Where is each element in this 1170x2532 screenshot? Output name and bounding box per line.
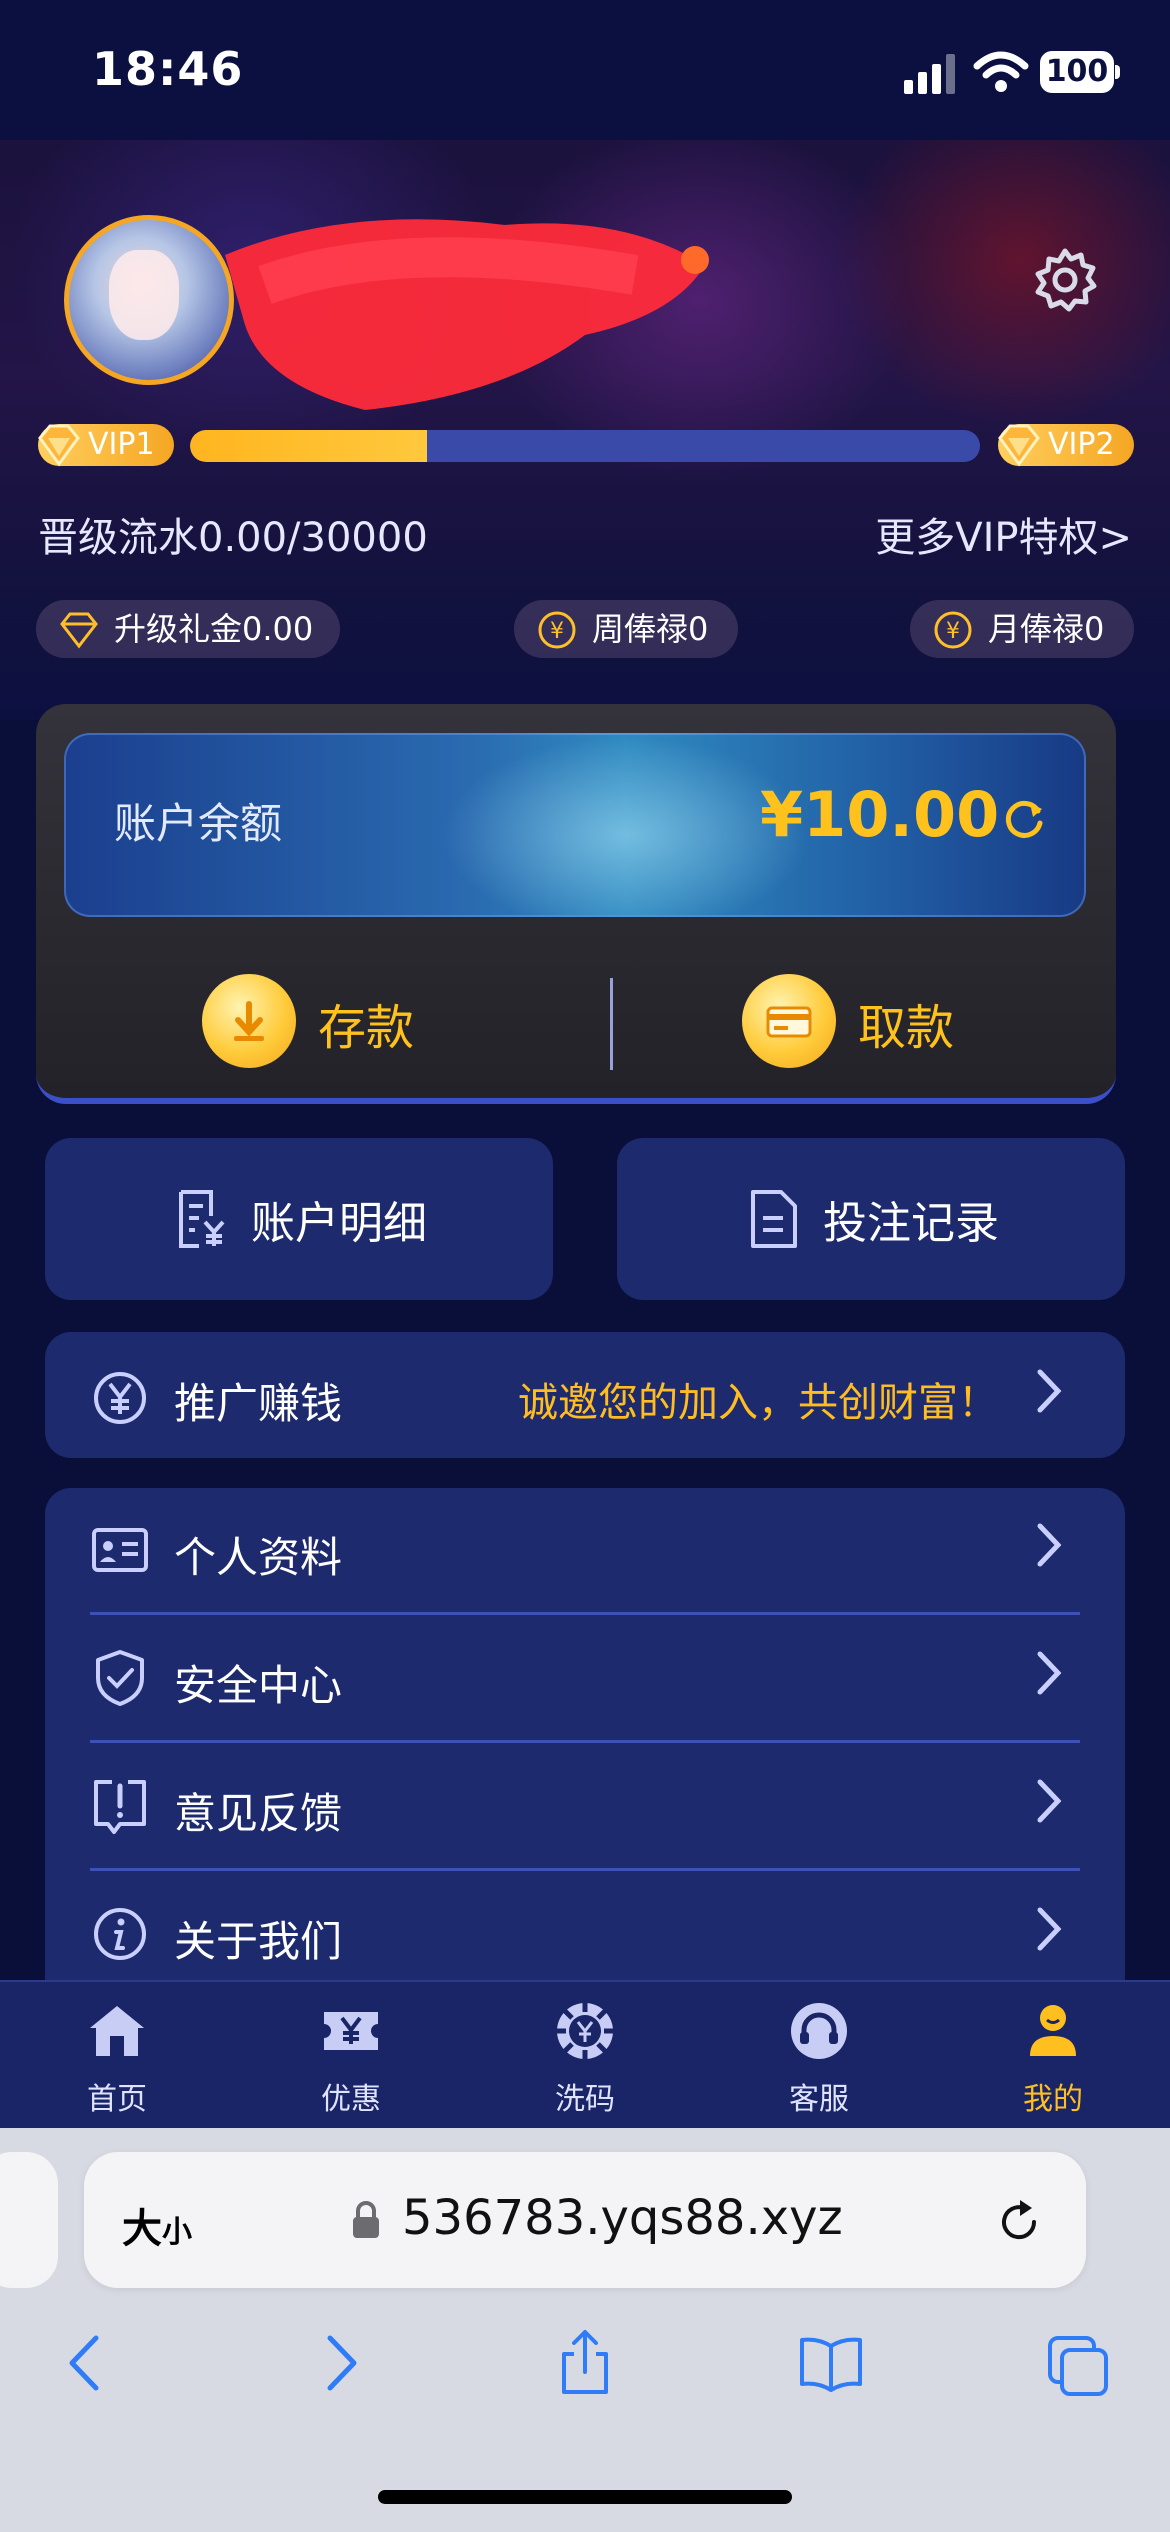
- headset-icon: [791, 2003, 847, 2059]
- tab-customer-service[interactable]: 客服: [749, 1998, 889, 2118]
- bookmarks-icon[interactable]: [798, 2328, 864, 2398]
- chevron-right-icon: [1037, 1523, 1062, 1567]
- cellular-signal-icon: [904, 52, 956, 94]
- vip-progress-bar: [190, 430, 980, 462]
- menu-label-about: 关于我们: [174, 1917, 343, 1966]
- document-icon: [751, 1190, 797, 1248]
- yen-coin-icon: ¥: [538, 611, 576, 649]
- monthly-salary-pill: ¥ 月俸禄0: [910, 600, 1134, 658]
- balance-label: 账户余额: [114, 799, 283, 848]
- user-icon: [1030, 2005, 1076, 2056]
- battery-indicator: 100: [1040, 51, 1120, 93]
- account-detail-button[interactable]: 账户明细: [45, 1138, 553, 1300]
- vip-current-badge: VIP1: [38, 424, 174, 467]
- upgrade-turnover-text: 晋级流水0.00/30000: [38, 515, 428, 561]
- share-icon[interactable]: [552, 2328, 618, 2398]
- weekly-salary-label: 周俸禄0: [592, 610, 709, 648]
- vip-diamond-icon: [38, 424, 80, 467]
- previous-tab-preview[interactable]: [0, 2152, 58, 2288]
- refresh-balance-icon[interactable]: [1000, 795, 1048, 843]
- chevron-right-icon: [1037, 1369, 1062, 1413]
- back-icon[interactable]: [54, 2328, 120, 2398]
- tab-label-customer-service: 客服: [789, 2082, 849, 2117]
- menu-divider: [90, 1868, 1080, 1871]
- deposit-coin-icon: [202, 974, 296, 1068]
- account-detail-label: 账户明细: [251, 1198, 427, 1249]
- tab-label-home: 首页: [87, 2082, 147, 2117]
- diamond-icon: [60, 612, 98, 649]
- shield-check-icon: [96, 1650, 144, 1706]
- yen-circle-icon: [94, 1372, 146, 1424]
- vip-progress-fill: [190, 430, 427, 462]
- promo-slogan: 诚邀您的加入，共创财富！: [518, 1380, 998, 1426]
- more-vip-link[interactable]: 更多VIP特权>: [790, 505, 1132, 563]
- deposit-button[interactable]: 存款: [202, 966, 462, 1076]
- feedback-icon: [94, 1780, 146, 1834]
- ticket-icon: [324, 2012, 378, 2050]
- upgrade-bonus-pill: 升级礼金0.00: [36, 600, 340, 658]
- tab-rebate[interactable]: 洗码: [515, 1998, 655, 2118]
- text-size-large: 大: [122, 2206, 162, 2252]
- balance-amount: ¥10.00: [760, 778, 1000, 851]
- menu-divider: [90, 1740, 1080, 1743]
- tab-promotions[interactable]: 优惠: [281, 1998, 421, 2118]
- vip-next-badge: VIP2: [998, 424, 1134, 467]
- settings-gear-icon[interactable]: [1030, 245, 1100, 315]
- promo-label: 推广赚钱: [174, 1379, 343, 1428]
- info-icon: [94, 1908, 146, 1960]
- chevron-right-icon: [1037, 1907, 1062, 1951]
- menu-divider: [90, 1612, 1080, 1615]
- lock-icon: [353, 2201, 379, 2238]
- chip-icon: [557, 2003, 613, 2059]
- svg-text:¥: ¥: [550, 619, 564, 644]
- withdraw-button[interactable]: 取款: [742, 966, 1002, 1076]
- url-text: 536783.yqs88.xyz: [402, 2190, 843, 2246]
- tab-label-rebate: 洗码: [555, 2082, 615, 2117]
- chevron-right-icon: [1037, 1779, 1062, 1823]
- vip-diamond-icon: [998, 424, 1040, 467]
- deposit-label: 存款: [318, 1000, 415, 1056]
- id-card-icon: [92, 1528, 148, 1572]
- weekly-salary-pill: ¥ 周俸禄0: [514, 600, 738, 658]
- tabs-overview-icon[interactable]: [1046, 2328, 1112, 2398]
- monthly-salary-label: 月俸禄0: [988, 610, 1105, 648]
- bet-record-button[interactable]: 投注记录: [617, 1138, 1125, 1300]
- reload-icon[interactable]: [994, 2196, 1044, 2246]
- menu-label-profile: 个人资料: [174, 1533, 343, 1582]
- tab-label-me: 我的: [1023, 2082, 1083, 2117]
- forward-icon[interactable]: [306, 2328, 372, 2398]
- withdraw-card-icon: [742, 974, 836, 1068]
- vip-next-label: VIP2: [1048, 427, 1115, 462]
- redacted-username-scribble: [225, 219, 709, 410]
- wallet-divider: [610, 978, 613, 1070]
- menu-label-feedback: 意见反馈: [174, 1789, 343, 1838]
- tab-home[interactable]: 首页: [47, 1998, 187, 2118]
- home-icon: [90, 2006, 144, 2056]
- tab-label-promotions: 优惠: [321, 2082, 381, 2117]
- tab-me[interactable]: 我的: [983, 1998, 1123, 2118]
- vip-current-label: VIP1: [88, 427, 155, 462]
- menu-label-security: 安全中心: [174, 1661, 343, 1710]
- svg-text:¥: ¥: [946, 619, 960, 644]
- wifi-icon: [973, 51, 1029, 92]
- bet-record-label: 投注记录: [823, 1198, 999, 1249]
- text-size-small: 小: [162, 2215, 192, 2250]
- text-size-button[interactable]: 大小: [122, 2196, 192, 2254]
- upgrade-bonus-label: 升级礼金0.00: [114, 610, 314, 648]
- home-indicator: [378, 2490, 792, 2504]
- chevron-right-icon: [1037, 1651, 1062, 1695]
- bill-yen-icon: [179, 1190, 225, 1248]
- yen-coin-icon: ¥: [934, 611, 972, 649]
- withdraw-label: 取款: [858, 1000, 955, 1056]
- status-time: 18:46: [92, 42, 244, 96]
